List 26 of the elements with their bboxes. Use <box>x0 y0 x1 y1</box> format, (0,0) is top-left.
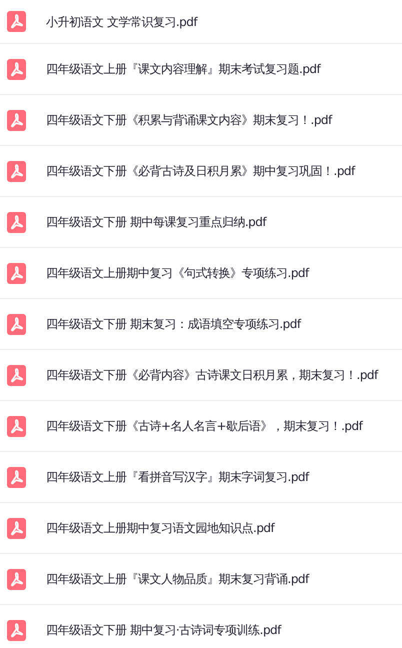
pdf-icon <box>7 620 26 640</box>
pdf-icon <box>7 11 26 32</box>
file-name[interactable]: 四年级语文上册『课文内容理解』期末考试复习题.pdf <box>46 60 320 78</box>
file-name[interactable]: 四年级语文下册《必背内容》古诗课文日积月累，期末复习！.pdf <box>46 366 378 384</box>
file-name[interactable]: 四年级语文上册『看拼音写汉字』期末字词复习.pdf <box>46 468 309 486</box>
file-name[interactable]: 小升初语文 文学常识复习.pdf <box>46 12 198 30</box>
pdf-icon <box>7 160 26 182</box>
pdf-icon <box>7 110 26 130</box>
pdf-icon <box>7 364 26 386</box>
file-name[interactable]: 四年级语文下册 期中每课复习重点归纳.pdf <box>46 213 266 231</box>
file-name[interactable]: 四年级语文下册《必背古诗及日积月累》期中复习巩固！.pdf <box>46 162 355 180</box>
pdf-icon <box>7 518 26 538</box>
pdf-icon <box>7 568 26 590</box>
file-name[interactable]: 四年级语文上册『课文人物品质』期末复习背诵.pdf <box>46 570 309 588</box>
file-name[interactable]: 四年级语文上册期中复习语文园地知识点.pdf <box>46 519 274 537</box>
file-name[interactable]: 四年级语文下册 期末复习：成语填空专项练习.pdf <box>46 315 301 333</box>
pdf-icon <box>7 314 26 334</box>
file-name[interactable]: 四年级语文下册《古诗+名人名言+歇后语》，期末复习！.pdf <box>46 417 362 435</box>
file-name[interactable]: 四年级语文下册 期中复习·古诗词专项训练.pdf <box>46 621 281 639</box>
pdf-icon <box>7 58 26 80</box>
pdf-icon <box>7 212 26 232</box>
pdf-icon <box>7 262 26 284</box>
file-name[interactable]: 四年级语文下册《积累与背诵课文内容》期末复习！.pdf <box>46 111 332 129</box>
pdf-icon <box>7 416 26 436</box>
file-name[interactable]: 四年级语文上册期中复习《句式转换》专项练习.pdf <box>46 264 309 282</box>
pdf-icon <box>7 466 26 488</box>
